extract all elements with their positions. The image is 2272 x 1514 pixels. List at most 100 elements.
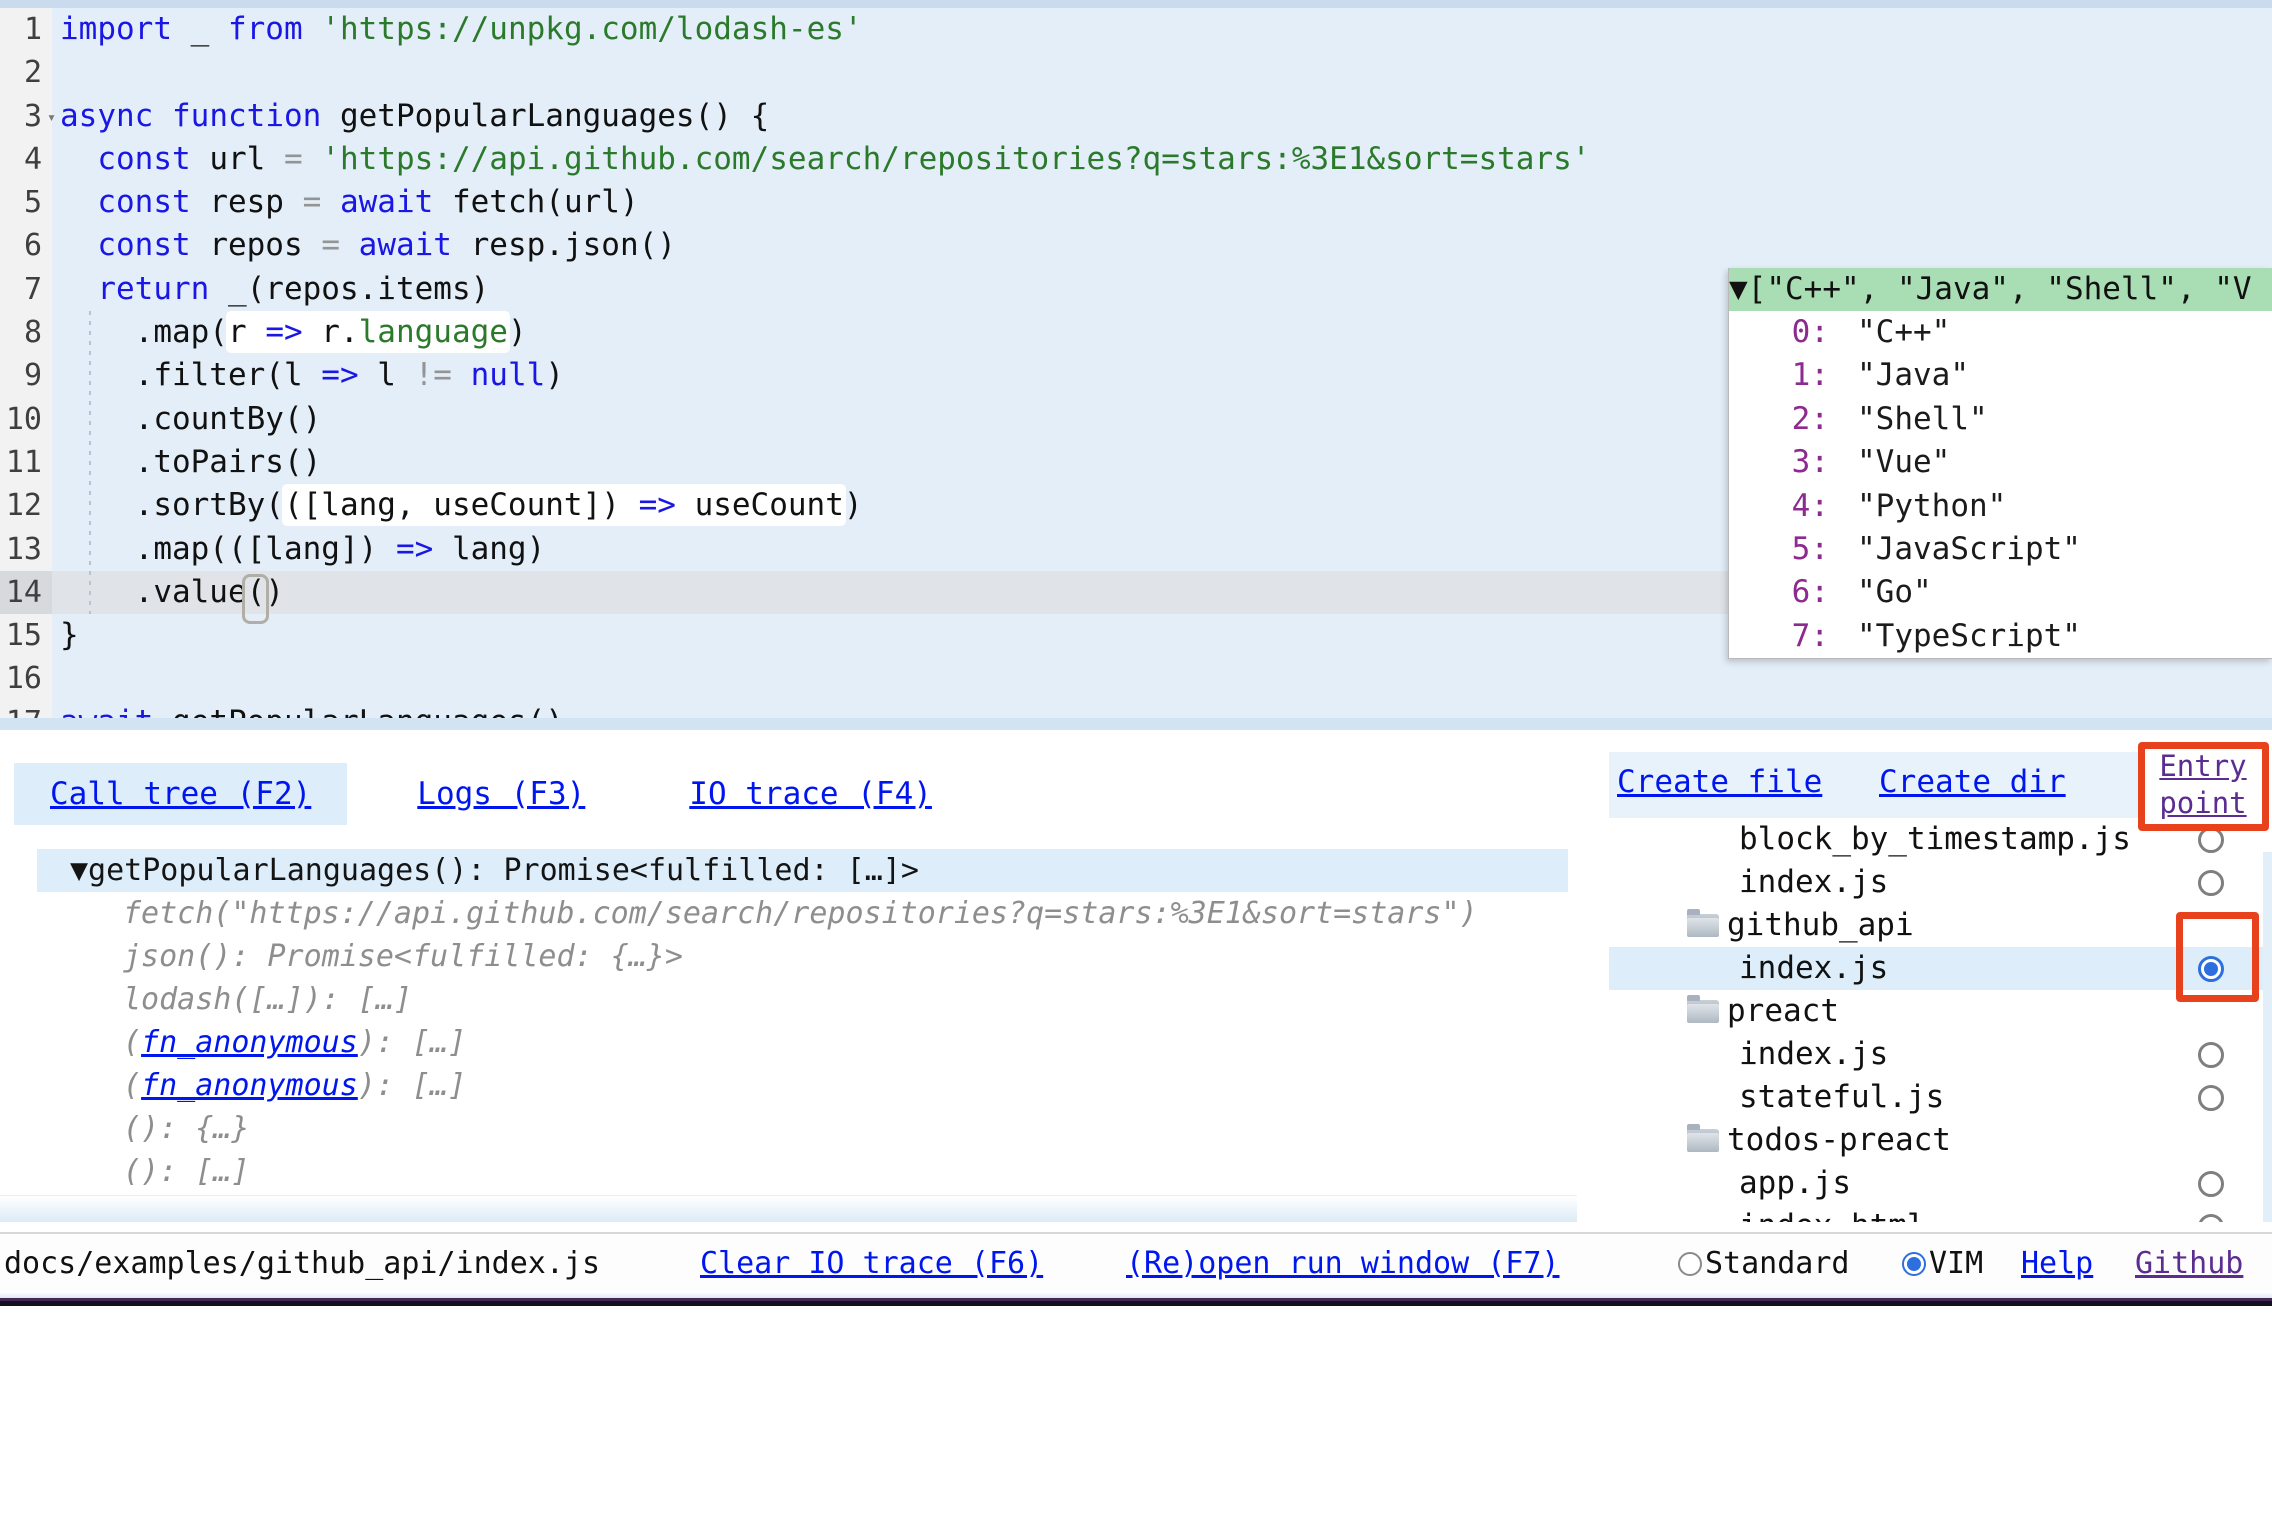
entry-value: "C++": [1857, 311, 1950, 354]
vim-cursor: (: [247, 574, 266, 610]
entry-index: 2:: [1729, 398, 1829, 441]
token: ): [844, 487, 863, 523]
tab-label: IO trace (F4): [689, 776, 932, 812]
vim-radio-icon[interactable]: [1902, 1252, 1926, 1276]
clear-io-trace-link[interactable]: Clear IO trace (F6): [700, 1246, 1043, 1281]
token: =>: [639, 487, 676, 523]
token: fetch(url): [433, 184, 638, 220]
call-tree-node[interactable]: fetch("https://api.github.com/search/rep…: [37, 892, 1568, 935]
call-tree-node[interactable]: (): […]: [37, 1150, 1568, 1193]
mode-standard-option[interactable]: Standard: [1678, 1246, 1850, 1281]
value-inspector-panel[interactable]: ▼["C++", "Java", "Shell", "V 0:"C++"1:"J…: [1728, 268, 2272, 659]
token: from: [228, 11, 303, 47]
line-number: 17: [0, 701, 52, 718]
status-bar: docs/examples/github_api/index.js Clear …: [0, 1232, 2272, 1292]
code-line-3[interactable]: 3▾async function getPopularLanguages() {: [0, 95, 2272, 138]
fold-marker-icon[interactable]: ▾: [47, 96, 56, 139]
folder-row-todos-preact[interactable]: todos-preact: [1609, 1119, 2272, 1162]
call-tree-node[interactable]: (fn_anonymous): […]: [37, 1021, 1568, 1064]
folder-name: preact: [1727, 990, 1839, 1033]
standard-label: Standard: [1705, 1246, 1850, 1281]
code-line-6[interactable]: 6 const repos = await resp.json(): [0, 224, 2272, 267]
file-row-index-js[interactable]: index.js: [1609, 861, 2272, 904]
token: [303, 141, 322, 177]
entry-index: 0:: [1729, 311, 1829, 354]
line-number: 4: [0, 138, 52, 181]
code-line-1[interactable]: 1import _ from 'https://unpkg.com/lodash…: [0, 8, 2272, 51]
occurrence-highlight: r => r.language: [226, 311, 510, 353]
code-line-5[interactable]: 5 const resp = await fetch(url): [0, 181, 2272, 224]
file-row-stateful-js[interactable]: stateful.js: [1609, 1076, 2272, 1119]
folder-row-github-api[interactable]: github_api: [1609, 904, 2272, 947]
code-line-2[interactable]: 2: [0, 51, 2272, 94]
tab-label: Call tree (F2): [50, 776, 311, 812]
file-name: index.js: [1739, 1033, 1888, 1076]
line-number: 5: [0, 181, 52, 224]
file-row-index-js[interactable]: index.js: [1609, 1033, 2272, 1076]
line-number: 1: [0, 8, 52, 51]
code-line-4[interactable]: 4 const url = 'https://api.github.com/se…: [0, 138, 2272, 181]
call-tree-root-node[interactable]: ▼getPopularLanguages(): Promise<fulfille…: [37, 849, 1568, 892]
inspector-entry: 5:"JavaScript": [1729, 528, 2272, 571]
token: .map(: [60, 314, 228, 350]
token: .countBy(): [60, 401, 321, 437]
fn-anonymous-link[interactable]: fn_anonymous: [141, 1068, 358, 1103]
call-tree-node[interactable]: (): {…}: [37, 1107, 1568, 1150]
tab-label: Logs (F3): [417, 776, 585, 812]
code-text: await getPopularLanguages(): [52, 701, 2272, 718]
token: await: [340, 184, 433, 220]
code-text: [52, 657, 2272, 700]
help-link[interactable]: Help: [2021, 1246, 2093, 1281]
token: [60, 227, 97, 263]
entry-point-radio[interactable]: [2198, 870, 2224, 896]
create-file-link[interactable]: Create file: [1617, 764, 1822, 800]
mode-vim-option[interactable]: VIM: [1902, 1246, 1983, 1281]
entry-index: 5:: [1729, 528, 1829, 571]
entry-point-radio[interactable]: [2198, 1042, 2224, 1068]
entry-point-radio[interactable]: [2198, 1214, 2224, 1222]
call-tree[interactable]: ▼getPopularLanguages(): Promise<fulfille…: [37, 849, 1568, 1206]
file-row-index-js[interactable]: index.js: [1609, 947, 2272, 990]
line-number: 9: [0, 354, 52, 397]
entry-point-radio[interactable]: [2198, 1171, 2224, 1197]
token: [60, 184, 97, 220]
folder-row-preact[interactable]: preact: [1609, 990, 2272, 1033]
tab-call-tree-f2-[interactable]: Call tree (F2): [14, 763, 347, 825]
github-link[interactable]: Github: [2135, 1246, 2243, 1281]
token: resp.json(): [452, 227, 676, 263]
tab-io-trace-f4-[interactable]: IO trace (F4): [689, 763, 932, 825]
inspector-entries: 0:"C++"1:"Java"2:"Shell"3:"Vue"4:"Python…: [1729, 311, 2272, 658]
call-tree-node[interactable]: lodash([…]): […]: [37, 978, 1568, 1021]
call-node-prefix: (: [123, 1068, 141, 1103]
file-row-index-html[interactable]: index.html: [1609, 1205, 2272, 1222]
call-node-suffix: ): […]: [358, 1068, 466, 1103]
tab-logs-f3-[interactable]: Logs (F3): [417, 763, 585, 825]
bottom-panel-tabs: Call tree (F2) Logs (F3) IO trace (F4): [14, 763, 932, 825]
call-tree-node[interactable]: (fn_anonymous): […]: [37, 1064, 1568, 1107]
token: =>: [396, 531, 433, 567]
code-editor[interactable]: 1import _ from 'https://unpkg.com/lodash…: [0, 0, 2272, 730]
code-line-16[interactable]: 16: [0, 657, 2272, 700]
create-dir-link[interactable]: Create dir: [1879, 764, 2066, 800]
fn-anonymous-link[interactable]: fn_anonymous: [141, 1025, 358, 1060]
token: const: [97, 227, 190, 263]
entry-point-radio[interactable]: [2198, 1085, 2224, 1111]
call-tree-node[interactable]: json(): Promise<fulfilled: {…}>: [37, 935, 1568, 978]
inspector-array-preview[interactable]: ▼["C++", "Java", "Shell", "V: [1729, 268, 2272, 311]
line-number: 16: [0, 657, 52, 700]
standard-radio-icon[interactable]: [1678, 1252, 1702, 1276]
token: _(repos.items): [209, 271, 489, 307]
file-panel-scrollbar[interactable]: [2263, 852, 2272, 1222]
token: null: [471, 357, 546, 393]
reopen-run-window-link[interactable]: (Re)open run window (F7): [1126, 1246, 1559, 1281]
file-name: index.js: [1739, 861, 1888, 904]
file-tree[interactable]: block_by_timestamp.jsindex.jsgithub_apii…: [1609, 818, 2272, 1222]
entry-index: 1:: [1729, 354, 1829, 397]
token: resp: [191, 184, 303, 220]
token: url: [191, 141, 284, 177]
code-line-17[interactable]: 17await getPopularLanguages(): [0, 701, 2272, 718]
token: [153, 98, 172, 134]
editor-scrollbar-strip[interactable]: [0, 718, 2272, 730]
token: [60, 271, 97, 307]
file-row-app-js[interactable]: app.js: [1609, 1162, 2272, 1205]
